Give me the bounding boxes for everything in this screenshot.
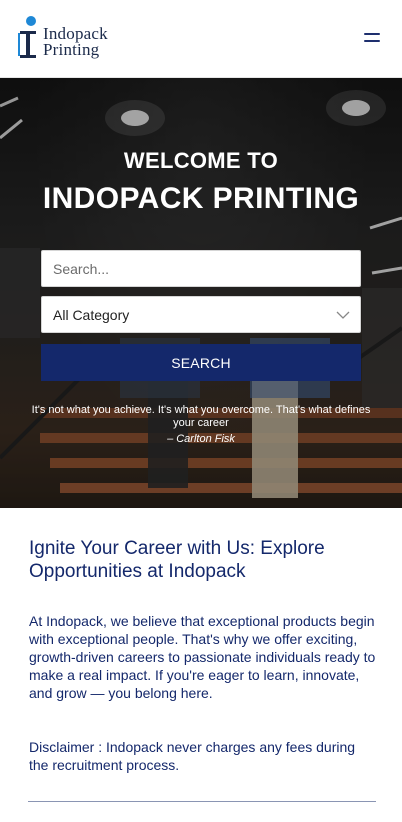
quote-author: – Carlton Fisk [167, 433, 235, 445]
section-title: Ignite Your Career with Us: Explore Oppo… [29, 538, 325, 582]
site-header: Indopack Printing [0, 0, 402, 78]
hero-banner: WELCOME TO INDOPACK PRINTING All Categor… [0, 78, 402, 508]
hamburger-icon [364, 33, 380, 35]
hamburger-icon-bar [364, 40, 380, 42]
intro-paragraph: At Indopack, we believe that exceptional… [29, 613, 376, 701]
disclaimer-text: Disclaimer : Indopack never charges any … [29, 739, 356, 773]
hero-quote: It's not what you achieve. It's what you… [31, 404, 371, 429]
search-button[interactable]: SEARCH [41, 344, 361, 381]
indopack-logo[interactable]: Indopack Printing [17, 15, 127, 63]
company-heading: INDOPACK PRINTING [42, 182, 360, 215]
logo-line-2: Printing [43, 40, 100, 59]
chevron-down-icon [336, 311, 350, 319]
hamburger-menu-button[interactable] [361, 30, 383, 46]
logo-text: Indopack Printing [43, 25, 108, 59]
logo-mark-icon [18, 16, 36, 58]
careers-intro-section: Ignite Your Career with Us: Explore Oppo… [29, 537, 377, 773]
section-divider [28, 801, 376, 802]
welcome-heading: WELCOME TO [123, 148, 279, 173]
category-selected-value: All Category [53, 307, 130, 323]
category-select[interactable]: All Category [41, 296, 361, 333]
search-input[interactable] [41, 250, 361, 287]
